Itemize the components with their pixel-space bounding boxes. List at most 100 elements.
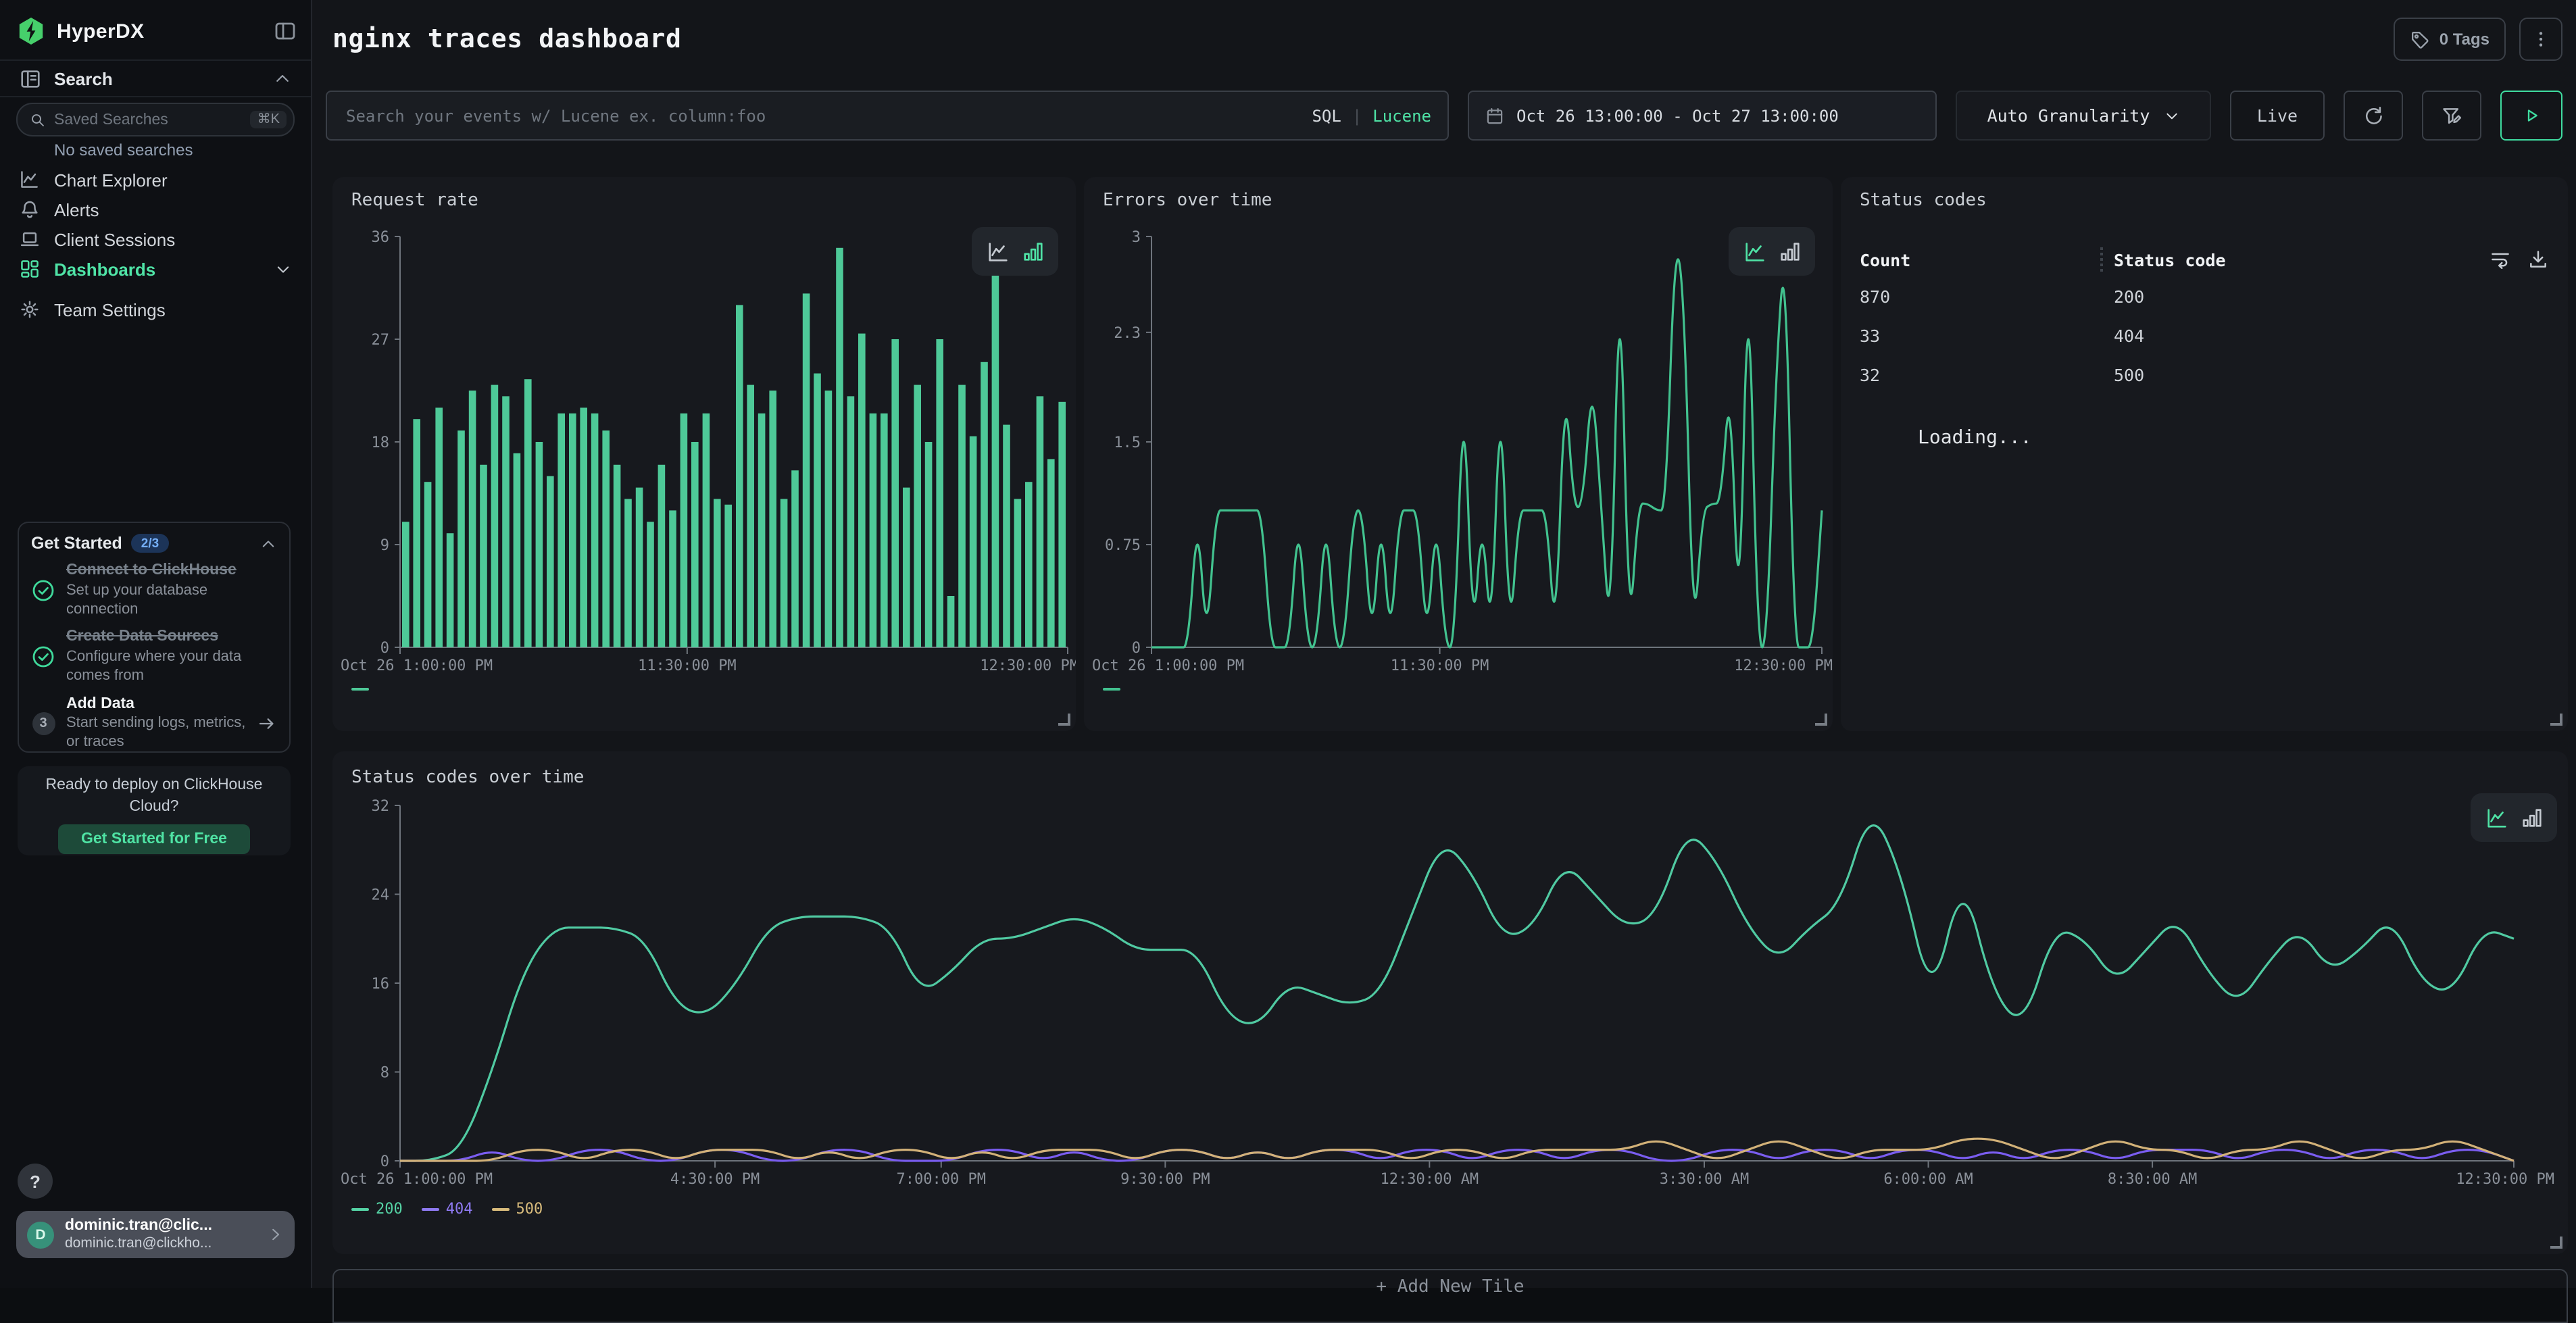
wrap-text-icon[interactable] xyxy=(2490,249,2511,270)
live-button[interactable]: Live xyxy=(2230,91,2325,141)
bar-chart-icon[interactable] xyxy=(1778,240,1801,263)
svg-text:24: 24 xyxy=(372,887,390,904)
svg-text:32: 32 xyxy=(372,798,390,815)
user-menu[interactable]: D dominic.tran@clic... dominic.tran@clic… xyxy=(16,1211,295,1258)
table-row[interactable]: 32 500 xyxy=(1841,355,2568,395)
saved-searches-input[interactable]: Saved Searches ⌘K xyxy=(16,103,295,136)
date-range-value: Oct 26 13:00:00 - Oct 27 13:00:00 xyxy=(1516,106,1839,125)
sidebar-item-search[interactable]: Search xyxy=(0,59,311,97)
status-codes-over-time-chart: 08162432Oct 26 1:00:00 PM4:30:00 PM7:00:… xyxy=(332,787,2568,1192)
refresh-button[interactable] xyxy=(2344,91,2403,141)
chart-type-toggle[interactable] xyxy=(1729,227,1815,276)
tags-label: 0 Tags xyxy=(2439,30,2490,49)
get-started-step-add-data[interactable]: 3 Add Data Start sending logs, metrics, … xyxy=(31,695,277,753)
request-rate-chart: 09182736Oct 26 1:00:00 PM11:30:00 PM12:3… xyxy=(332,209,1076,682)
chevron-up-icon[interactable] xyxy=(273,69,292,88)
resize-handle[interactable] xyxy=(2550,1237,2562,1249)
svg-text:Oct 26 1:00:00 PM: Oct 26 1:00:00 PM xyxy=(1092,657,1244,674)
no-saved-searches-text: No saved searches xyxy=(54,141,193,159)
errors-over-time-chart: 00.751.52.33Oct 26 1:00:00 PM11:30:00 PM… xyxy=(1084,209,1833,682)
sidebar-collapse-icon[interactable] xyxy=(273,19,297,43)
tags-button[interactable]: 0 Tags xyxy=(2394,18,2506,61)
check-circle-icon xyxy=(31,578,55,603)
table-row[interactable]: 33 404 xyxy=(1841,316,2568,355)
user-name: dominic.tran@clic... xyxy=(65,1218,255,1235)
sidebar-item-dashboards[interactable]: Dashboards xyxy=(0,254,311,284)
svg-text:12:30:00 PM: 12:30:00 PM xyxy=(980,657,1076,674)
bar-chart-icon[interactable] xyxy=(2520,806,2543,829)
column-resize-handle[interactable] xyxy=(2100,247,2103,272)
chart-legend xyxy=(351,688,369,691)
step-title: Add Data xyxy=(66,695,246,714)
hyperdx-logo-icon xyxy=(16,16,46,46)
svg-text:11:30:00 PM: 11:30:00 PM xyxy=(638,657,737,674)
svg-text:6:00:00 AM: 6:00:00 AM xyxy=(1883,1171,1973,1188)
resize-handle[interactable] xyxy=(1815,714,1827,726)
column-header-status-code[interactable]: Status code xyxy=(2114,249,2226,270)
filter-edit-icon xyxy=(2441,105,2462,126)
step-number-badge: 3 xyxy=(31,712,55,735)
refresh-icon xyxy=(2362,105,2384,126)
sql-mode-button[interactable]: SQL xyxy=(1312,106,1341,125)
event-search-input[interactable] xyxy=(343,105,1298,126)
get-started-step-connect[interactable]: Connect to ClickHouse Set up your databa… xyxy=(31,562,277,620)
tile-errors-over-time: Errors over time 00.751.52.33Oct 26 1:00… xyxy=(1084,177,1833,731)
chevron-right-icon xyxy=(266,1226,284,1243)
add-new-tile-button[interactable]: + Add New Tile xyxy=(332,1269,2568,1323)
chevron-up-icon[interactable] xyxy=(259,534,277,552)
granularity-select[interactable]: Auto Granularity xyxy=(1956,91,2211,141)
svg-text:16: 16 xyxy=(372,976,390,993)
granularity-value: Auto Granularity xyxy=(1987,105,2150,126)
bell-icon xyxy=(19,199,41,220)
run-query-button[interactable] xyxy=(2500,91,2562,141)
get-started-step-datasources[interactable]: Create Data Sources Configure where your… xyxy=(31,629,277,687)
line-chart-icon[interactable] xyxy=(1743,240,1766,263)
svg-text:3:30:00 AM: 3:30:00 AM xyxy=(1660,1171,1749,1188)
kebab-icon xyxy=(2531,30,2550,49)
chart-type-toggle[interactable] xyxy=(2471,793,2557,842)
lucene-mode-button[interactable]: Lucene xyxy=(1372,106,1431,125)
table-header: Count Status code xyxy=(1841,242,2568,277)
avatar: D xyxy=(27,1221,54,1248)
saved-filters-button[interactable] xyxy=(2422,91,2481,141)
search-icon xyxy=(30,111,46,128)
resize-handle[interactable] xyxy=(2550,714,2562,726)
get-started-title: Get Started xyxy=(31,534,122,553)
get-started-progress-badge: 2/3 xyxy=(132,534,168,553)
layout-dashboard-icon xyxy=(19,258,41,280)
svg-text:2.3: 2.3 xyxy=(1114,325,1141,342)
get-started-free-button[interactable]: Get Started for Free xyxy=(58,824,250,854)
svg-text:0: 0 xyxy=(380,640,389,657)
more-options-button[interactable] xyxy=(2519,18,2562,61)
line-chart-icon[interactable] xyxy=(986,240,1009,263)
bar-chart-icon[interactable] xyxy=(1021,240,1044,263)
event-search-box: SQL | Lucene xyxy=(326,91,1449,141)
sidebar-item-client-sessions[interactable]: Client Sessions xyxy=(0,224,311,254)
dashboard-header: nginx traces dashboard 0 Tags xyxy=(311,0,2576,78)
sidebar-item-chart-explorer[interactable]: Chart Explorer xyxy=(0,165,311,195)
line-chart-icon[interactable] xyxy=(2485,806,2508,829)
sidebar-item-alerts[interactable]: Alerts xyxy=(0,195,311,224)
step-desc: Start sending logs, metrics, or traces xyxy=(66,716,246,753)
hyperdx-app: HyperDX Search Saved Searches ⌘K No save… xyxy=(0,0,2576,1288)
sidebar-item-team-settings[interactable]: Team Settings xyxy=(0,295,311,324)
nav-label: Chart Explorer xyxy=(54,170,168,190)
shortcut-kbd: ⌘K xyxy=(251,111,287,128)
svg-text:8: 8 xyxy=(380,1065,389,1082)
saved-searches-placeholder: Saved Searches xyxy=(54,111,243,128)
help-button[interactable]: ? xyxy=(18,1164,53,1199)
date-range-picker[interactable]: Oct 26 13:00:00 - Oct 27 13:00:00 xyxy=(1468,91,1937,141)
download-icon[interactable] xyxy=(2527,249,2549,270)
table-row[interactable]: 870 200 xyxy=(1841,277,2568,316)
tag-icon xyxy=(2410,29,2430,49)
user-email: dominic.tran@clickho... xyxy=(65,1235,255,1251)
logo-row: HyperDX xyxy=(16,11,297,51)
svg-text:Oct 26 1:00:00 PM: Oct 26 1:00:00 PM xyxy=(341,1171,493,1188)
chart-type-toggle[interactable] xyxy=(972,227,1058,276)
add-new-tile-label: + Add New Tile xyxy=(1376,1277,1524,1322)
column-header-count[interactable]: Count xyxy=(1860,249,2100,270)
chart-line-icon xyxy=(19,169,41,191)
step-desc: Set up your database connection xyxy=(66,582,277,620)
resize-handle[interactable] xyxy=(1058,714,1070,726)
chevron-down-icon[interactable] xyxy=(274,260,292,278)
